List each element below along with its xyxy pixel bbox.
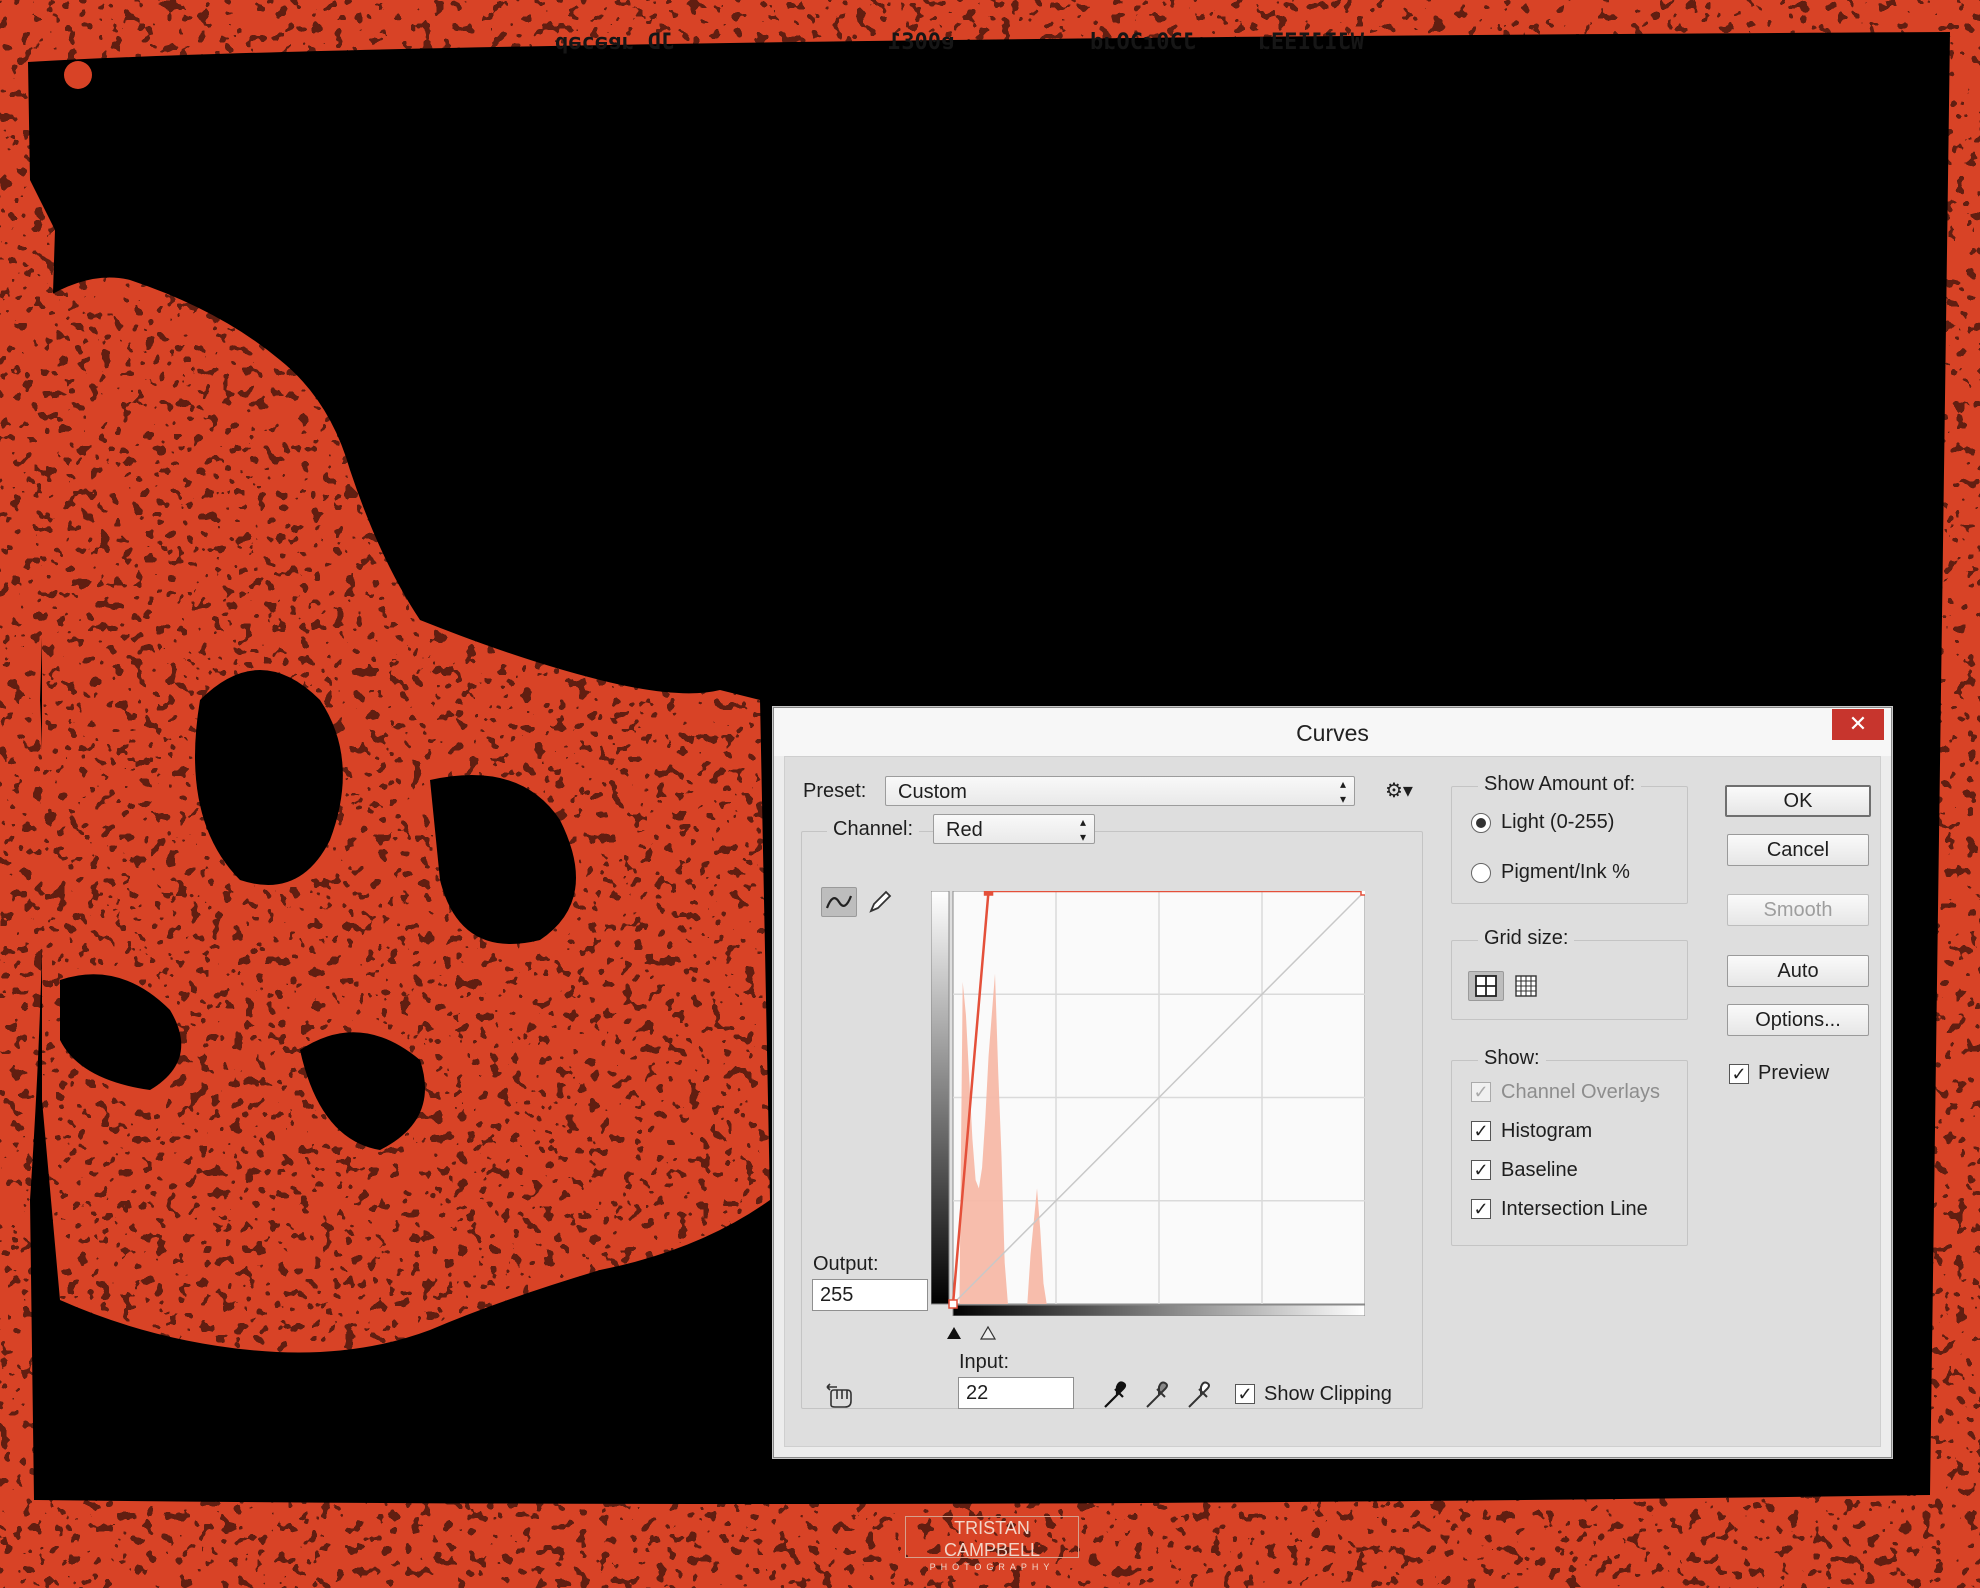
white-point-slider-icon (979, 1325, 997, 1340)
dialog-titlebar[interactable]: Curves ✕ (774, 708, 1891, 756)
curves-dialog: Curves ✕ Preset: Custom ▴ ▾ ⚙▾ Channel: R… (773, 707, 1892, 1458)
updown-arrows-icon: ▴ ▾ (1079, 815, 1086, 844)
watermark-name: TRISTAN CAMPBELL (943, 1518, 1041, 1560)
grid-size-legend: Grid size: (1478, 927, 1575, 950)
channel-overlays-label: Channel Overlays (1501, 1081, 1660, 1103)
auto-button[interactable]: Auto (1727, 955, 1869, 987)
channel-value: Red (946, 819, 983, 841)
baseline-checkbox[interactable]: ✓ (1471, 1160, 1491, 1180)
grid-simple-button[interactable] (1468, 971, 1504, 1001)
output-label: Output: (813, 1253, 879, 1275)
input-gradient-bar (952, 1304, 1365, 1316)
output-gradient-bar (931, 891, 950, 1305)
curve-graph[interactable] (931, 891, 1365, 1316)
on-image-adjust-hand-icon[interactable] (821, 1379, 857, 1411)
input-field[interactable] (958, 1377, 1074, 1409)
close-button[interactable]: ✕ (1832, 709, 1884, 740)
dialog-body: Preset: Custom ▴ ▾ ⚙▾ Channel: Red ▴ ▾ O… (784, 756, 1881, 1447)
intersection-line-checkbox[interactable]: ✓ (1471, 1199, 1491, 1219)
pencil-tool-button[interactable] (861, 887, 897, 917)
show-legend: Show: (1478, 1047, 1546, 1070)
curve-point[interactable] (948, 1299, 958, 1309)
pencil-icon (869, 890, 892, 913)
show-clipping-label: Show Clipping (1264, 1383, 1392, 1405)
pigment-ink-radio[interactable] (1471, 863, 1491, 883)
channel-label: Channel: (827, 818, 920, 841)
channel-overlays-checkbox[interactable]: ✓ (1471, 1082, 1491, 1102)
preview-checkbox[interactable]: ✓ (1729, 1064, 1749, 1084)
white-eyedropper-icon[interactable] (1181, 1379, 1217, 1411)
preset-value: Custom (898, 781, 967, 803)
pigment-ink-label: Pigment/Ink % (1501, 861, 1630, 883)
film-edge-code: ɐ00Ɛ1 (888, 30, 955, 55)
curve-point-tool-button[interactable] (821, 887, 857, 917)
preset-select[interactable]: Custom ▴ ▾ (885, 776, 1355, 806)
grid-4x4-icon (1475, 975, 1497, 997)
preview-label: Preview (1758, 1062, 1830, 1084)
photographer-watermark: TRISTAN CAMPBELL PHOTOGRAPHY (905, 1516, 1079, 1572)
input-sliders[interactable] (945, 1323, 1005, 1341)
smooth-button[interactable]: Smooth (1727, 894, 1869, 926)
ok-button[interactable]: OK (1725, 785, 1871, 817)
show-clipping-checkbox[interactable]: ✓ (1235, 1384, 1255, 1404)
curve-point[interactable] (1360, 891, 1365, 896)
dialog-title: Curves (1296, 720, 1369, 746)
curve-point[interactable] (983, 891, 994, 896)
output-field[interactable] (812, 1279, 928, 1311)
black-eyedropper-icon[interactable] (1097, 1379, 1133, 1411)
histogram-label: Histogram (1501, 1120, 1593, 1142)
histogram-checkbox[interactable]: ✓ (1471, 1121, 1491, 1141)
updown-arrows-icon: ▴ ▾ (1339, 777, 1346, 806)
grid-detailed-button[interactable] (1508, 971, 1544, 1001)
preset-label: Preset: (803, 780, 867, 802)
preset-options-gear-icon[interactable]: ⚙▾ (1385, 778, 1413, 803)
light-radio-label: Light (0-255) (1501, 811, 1615, 833)
film-edge-code: JƆ0ɾƆOɹd (1090, 30, 1196, 55)
curve-wave-icon (825, 895, 853, 909)
film-edge-code: WJIJIƎƎɹ (1258, 30, 1364, 55)
gray-eyedropper-icon[interactable] (1139, 1379, 1175, 1411)
intersection-line-label: Intersection Line (1501, 1198, 1648, 1220)
channel-select[interactable]: Red ▴ ▾ (933, 814, 1095, 844)
baseline-label: Baseline (1501, 1159, 1578, 1181)
watermark-subtitle: PHOTOGRAPHY (929, 1562, 1055, 1572)
light-radio[interactable] (1471, 813, 1491, 833)
input-label: Input: (959, 1351, 1010, 1373)
film-edge-code: JD ɹɐǝɔǝp (555, 30, 675, 55)
options-button[interactable]: Options... (1727, 1004, 1869, 1036)
show-amount-group (1451, 786, 1688, 904)
grid-10x10-icon (1515, 975, 1537, 997)
cancel-button[interactable]: Cancel (1727, 834, 1869, 866)
show-amount-legend: Show Amount of: (1478, 773, 1642, 796)
close-icon: ✕ (1848, 711, 1868, 736)
black-point-slider-icon (947, 1327, 961, 1339)
